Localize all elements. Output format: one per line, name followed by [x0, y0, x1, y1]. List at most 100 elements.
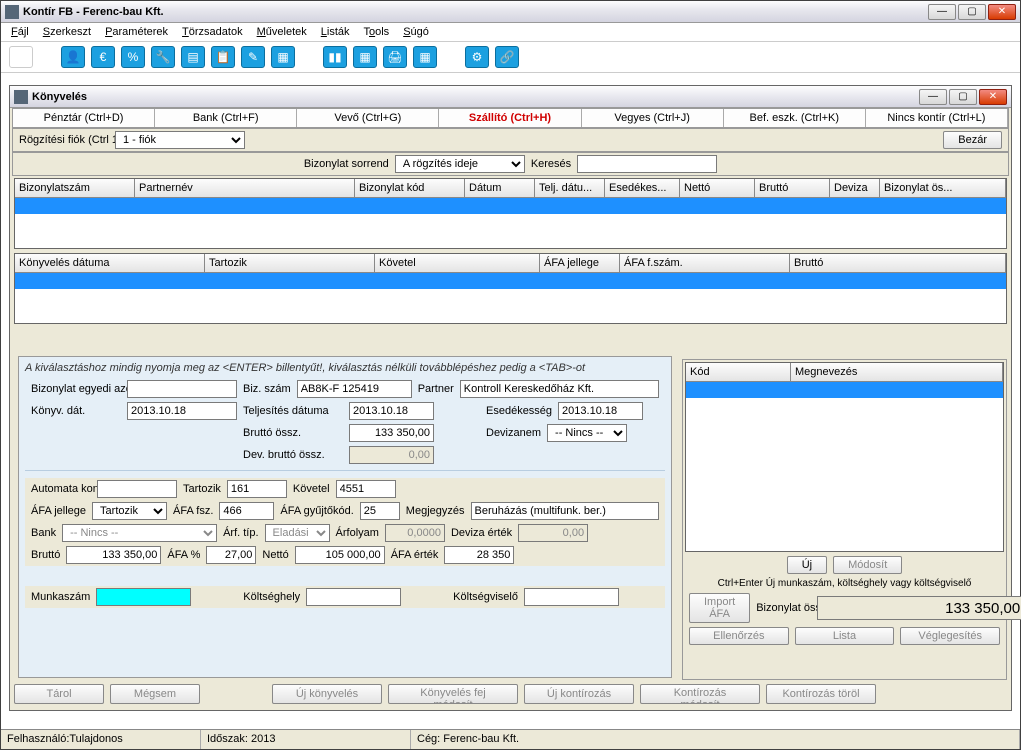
menu-szerkeszt[interactable]: Szerkeszt	[43, 26, 91, 38]
inner-minimize-button[interactable]: —	[919, 89, 947, 105]
tool-doc-icon[interactable]: ▤	[181, 46, 205, 68]
kereses-input[interactable]	[577, 155, 717, 173]
grid-konyveles[interactable]: Könyvelés dátuma Tartozik Követel ÁFA je…	[14, 253, 1007, 324]
minimize-button[interactable]: —	[928, 4, 956, 20]
col-esedek[interactable]: Esedékes...	[605, 179, 680, 197]
col-teljdat[interactable]: Telj. dátu...	[535, 179, 605, 197]
kontirtorol-button[interactable]: Kontírozás töröl	[766, 684, 876, 704]
import-afa-button[interactable]: Import ÁFA	[689, 593, 750, 623]
bank-select[interactable]: -- Nincs --	[62, 524, 217, 542]
tarol-button[interactable]: Tárol	[14, 684, 104, 704]
col-afafsz[interactable]: ÁFA f.szám.	[620, 254, 790, 272]
col-kod[interactable]: Bizonylat kód	[355, 179, 465, 197]
col-afajelleg[interactable]: ÁFA jellege	[540, 254, 620, 272]
konyvfejmodosit-button[interactable]: Könyvelés fej módosít	[388, 684, 518, 704]
tool-link-icon[interactable]: 🔗	[495, 46, 519, 68]
veglegesites-button[interactable]: Véglegesítés	[900, 627, 1000, 645]
afapct-input[interactable]	[206, 546, 256, 564]
esedek-input[interactable]	[558, 402, 643, 420]
menu-tools[interactable]: Tools	[364, 26, 390, 38]
col-deviza[interactable]: Deviza	[830, 179, 880, 197]
megsem-button[interactable]: Mégsem	[110, 684, 200, 704]
close-button[interactable]: ✕	[988, 4, 1016, 20]
maximize-button[interactable]: ▢	[958, 4, 986, 20]
tool-table-icon[interactable]: ▦	[413, 46, 437, 68]
tab-befeszkoz[interactable]: Bef. eszk. (Ctrl+K)	[724, 109, 866, 127]
col-brutto[interactable]: Bruttó	[755, 179, 830, 197]
netto-input[interactable]	[295, 546, 385, 564]
tool-wrench-icon[interactable]: 🔧	[151, 46, 175, 68]
inner-close-button[interactable]: ✕	[979, 89, 1007, 105]
menu-parameterek[interactable]: Paraméterek	[105, 26, 168, 38]
tool-clipboard-icon[interactable]: 📋	[211, 46, 235, 68]
col-kod[interactable]: Kód	[686, 363, 791, 381]
grid2-selected-row[interactable]	[15, 273, 1006, 289]
rogz-select[interactable]: 1 - fiók	[115, 131, 245, 149]
menu-torzsadatok[interactable]: Törzsadatok	[182, 26, 243, 38]
ujkonyveles-button[interactable]: Új könyvelés	[272, 684, 382, 704]
col-bizszam[interactable]: Bizonylatszám	[15, 179, 135, 197]
partner-input[interactable]	[460, 380, 659, 398]
teljdat-input[interactable]	[349, 402, 434, 420]
konyvdat-input[interactable]	[127, 402, 237, 420]
biz-egyedi-input[interactable]	[127, 380, 237, 398]
menu-listak[interactable]: Listák	[321, 26, 350, 38]
col-tartozik[interactable]: Tartozik	[205, 254, 375, 272]
menu-muveletek[interactable]: Műveletek	[257, 26, 307, 38]
afajelleg-select[interactable]: Tartozik	[92, 502, 167, 520]
modosit-button[interactable]: Módosít	[833, 556, 902, 574]
afafsz-input[interactable]	[219, 502, 274, 520]
devizanem-select[interactable]: -- Nincs --	[547, 424, 627, 442]
ujkontirozas-button[interactable]: Új kontírozás	[524, 684, 634, 704]
tool-chart-icon[interactable]: ▮▮	[323, 46, 347, 68]
tab-penztar[interactable]: Pénztár (Ctrl+D)	[13, 109, 155, 127]
col-partner[interactable]: Partnernév	[135, 179, 355, 197]
brutto-input[interactable]	[66, 546, 161, 564]
inner-maximize-button[interactable]: ▢	[949, 89, 977, 105]
tartozik-input[interactable]	[227, 480, 287, 498]
biz-szam-input[interactable]	[297, 380, 412, 398]
tab-bank[interactable]: Bank (Ctrl+F)	[155, 109, 297, 127]
tab-vevo[interactable]: Vevő (Ctrl+G)	[297, 109, 439, 127]
col-netto[interactable]: Nettó	[680, 179, 755, 197]
grid1-selected-row[interactable]	[15, 198, 1006, 214]
col-megnevezes[interactable]: Megnevezés	[791, 363, 1003, 381]
autokontir-input[interactable]	[97, 480, 177, 498]
afagyujto-input[interactable]	[360, 502, 400, 520]
tab-vegyes[interactable]: Vegyes (Ctrl+J)	[582, 109, 724, 127]
bruttoossz-input[interactable]	[349, 424, 434, 442]
tool-grid-icon[interactable]: ▦	[353, 46, 377, 68]
lista-button[interactable]: Lista	[795, 627, 895, 645]
sorrend-select[interactable]: A rögzítés ideje	[395, 155, 525, 173]
col-datum[interactable]: Dátum	[465, 179, 535, 197]
koltseghely-input[interactable]	[306, 588, 401, 606]
ellenorzes-button[interactable]: Ellenőrzés	[689, 627, 789, 645]
kontirmodosit-button[interactable]: Kontírozás módosít	[640, 684, 760, 704]
menu-sugo[interactable]: Súgó	[403, 26, 429, 38]
tool-euro-icon[interactable]: €	[91, 46, 115, 68]
side-selected-row[interactable]	[686, 382, 1003, 398]
tool-gear-icon[interactable]: ⚙	[465, 46, 489, 68]
tool-edit-icon[interactable]: ✎	[241, 46, 265, 68]
side-grid[interactable]: Kód Megnevezés	[685, 362, 1004, 552]
tool-print-icon[interactable]: 🖨	[383, 46, 407, 68]
afaertek-input[interactable]	[444, 546, 514, 564]
col-kovet[interactable]: Követel	[375, 254, 540, 272]
koltsegviselo-input[interactable]	[524, 588, 619, 606]
kovet-input[interactable]	[336, 480, 396, 498]
megj-input[interactable]	[471, 502, 660, 520]
tool-blank[interactable]	[9, 46, 33, 68]
bezar-button[interactable]: Bezár	[943, 131, 1002, 149]
tool-user-icon[interactable]: 👤	[61, 46, 85, 68]
tool-percent-icon[interactable]: %	[121, 46, 145, 68]
munkaszam-input[interactable]	[96, 588, 191, 606]
tool-calc-icon[interactable]: ▦	[271, 46, 295, 68]
menu-fajl[interactable]: Fájl	[11, 26, 29, 38]
col-bizossz[interactable]: Bizonylat ös...	[880, 179, 1006, 197]
grid-bizonylat[interactable]: Bizonylatszám Partnernév Bizonylat kód D…	[14, 178, 1007, 249]
tab-nincskontir[interactable]: Nincs kontír (Ctrl+L)	[866, 109, 1008, 127]
uj-button[interactable]: Új	[787, 556, 827, 574]
col-brutto2[interactable]: Bruttó	[790, 254, 1006, 272]
arftip-select[interactable]: Eladási	[265, 524, 330, 542]
tab-szallito[interactable]: Szállító (Ctrl+H)	[439, 109, 581, 127]
